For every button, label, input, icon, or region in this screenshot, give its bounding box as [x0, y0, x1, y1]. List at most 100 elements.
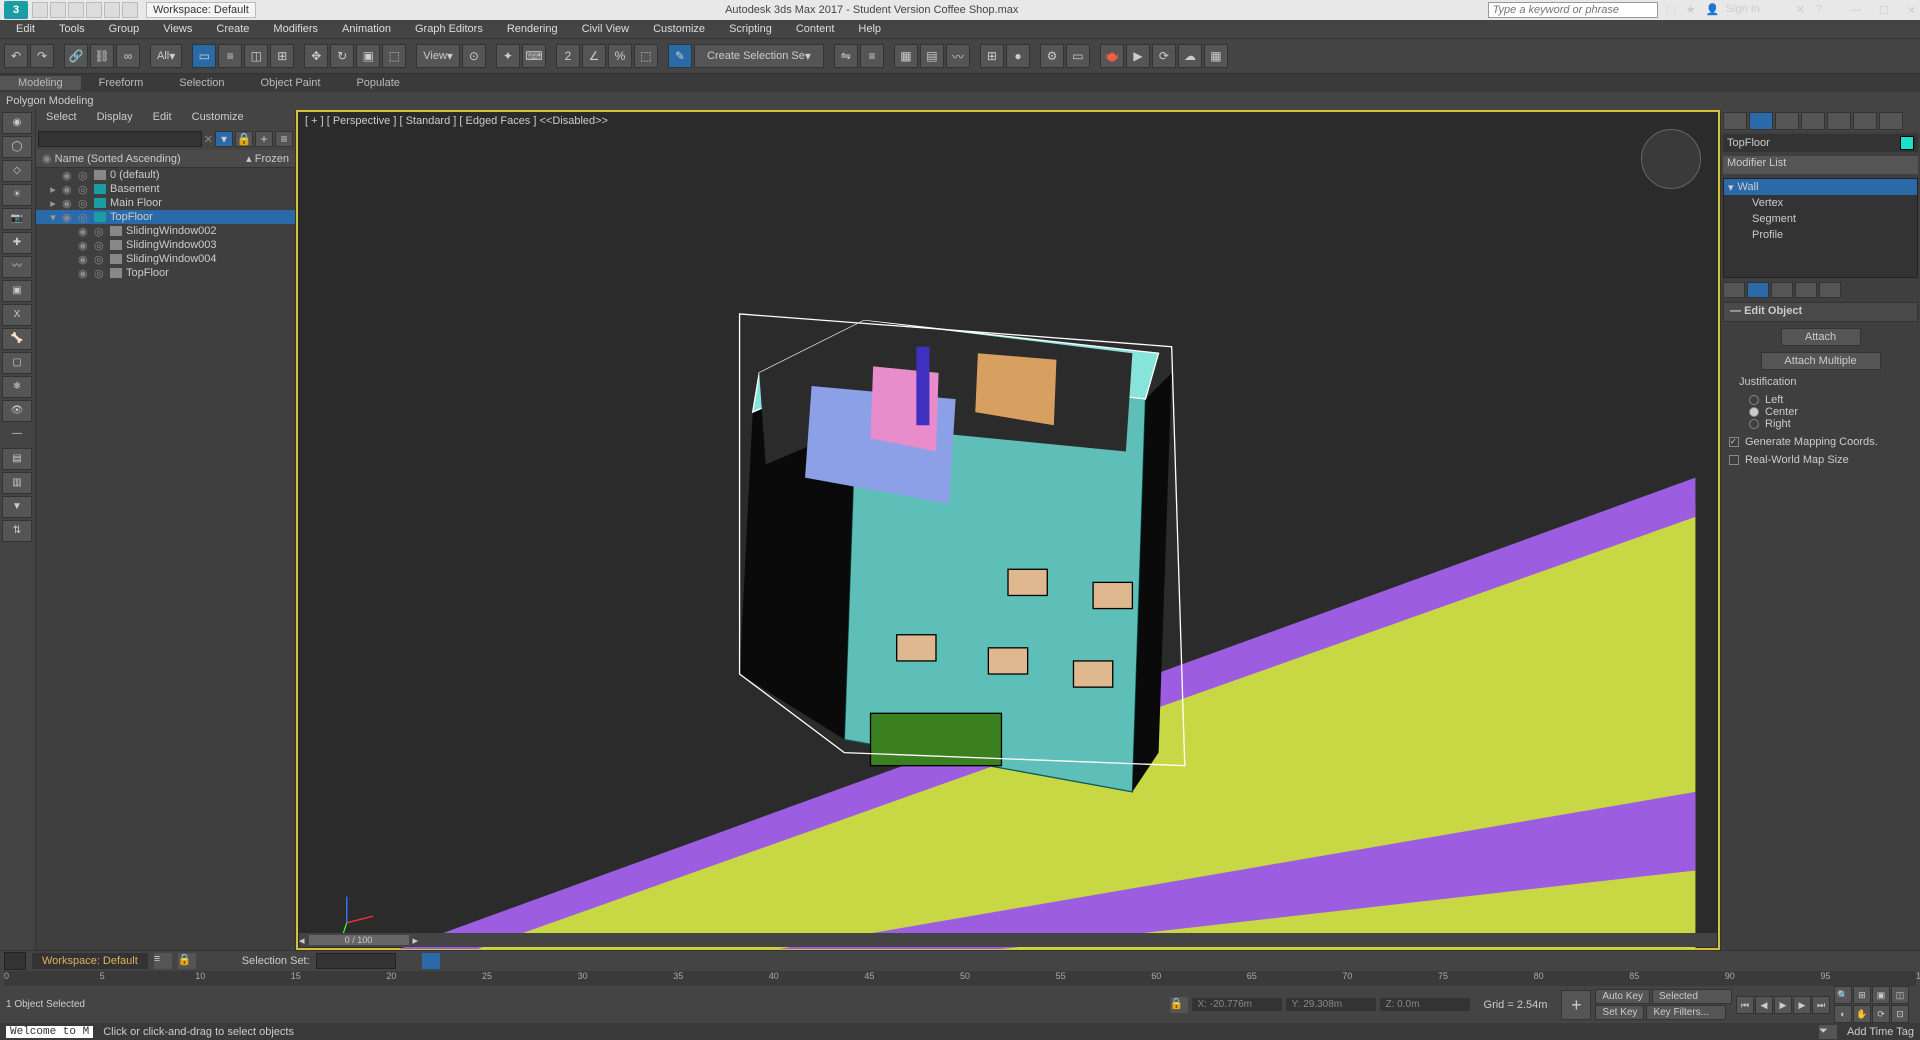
search-input[interactable] — [1488, 2, 1658, 18]
bone-filter-icon[interactable]: 🦴 — [2, 328, 32, 350]
add-icon[interactable]: + — [255, 131, 273, 147]
new-icon[interactable] — [32, 2, 48, 18]
placement-button[interactable]: ⬚ — [382, 44, 406, 68]
attach-button[interactable]: Attach — [1781, 328, 1861, 346]
isolate-icon[interactable]: ≡ — [154, 953, 172, 969]
selection-filter-dropdown[interactable]: All ▾ — [150, 44, 182, 68]
perspective-viewport[interactable]: [ + ] [ Perspective ] [ Standard ] [ Edg… — [296, 110, 1720, 950]
timeslider-next-icon[interactable]: ▸ — [413, 934, 419, 947]
display-children-icon[interactable]: ▤ — [2, 448, 32, 470]
menu-help[interactable]: Help — [848, 22, 891, 36]
pan-icon[interactable]: ✋ — [1853, 1005, 1871, 1023]
tree-row[interactable]: ▾◉◎TopFloor — [36, 210, 295, 224]
set-key-button[interactable]: Set Key — [1595, 1005, 1644, 1020]
favorites-icon[interactable]: ★ — [1686, 3, 1700, 17]
time-ruler[interactable]: 0510152025303540455055606570758085909510… — [4, 971, 1916, 986]
frozen-filter-icon[interactable]: ❄ — [2, 376, 32, 398]
menu-modifiers[interactable]: Modifiers — [263, 22, 328, 36]
menu-scripting[interactable]: Scripting — [719, 22, 782, 36]
coord-z-field[interactable]: Z: 0.0m — [1380, 998, 1470, 1011]
curve-editor-button[interactable]: 〰 — [946, 44, 970, 68]
manipulate-button[interactable]: ✦ — [496, 44, 520, 68]
signin-link[interactable]: Sign In — [1726, 3, 1760, 17]
align-button[interactable]: ≡ — [860, 44, 884, 68]
menu-views[interactable]: Views — [153, 22, 202, 36]
add-time-tag-button[interactable]: Add Time Tag — [1847, 1026, 1914, 1038]
object-color-swatch[interactable] — [1900, 136, 1914, 150]
current-frame-marker[interactable] — [422, 953, 440, 969]
play-icon[interactable]: ▶ — [1774, 996, 1792, 1014]
ref-coord-dropdown[interactable]: View ▾ — [416, 44, 460, 68]
zoom-extents-all-icon[interactable]: ◫ — [1891, 986, 1909, 1004]
menu-edit[interactable]: Edit — [6, 22, 45, 36]
helpers-filter-icon[interactable]: ✚ — [2, 232, 32, 254]
material-editor-button[interactable]: ● — [1006, 44, 1030, 68]
edit-object-rollout-header[interactable]: — Edit Object — [1723, 302, 1918, 322]
stack-row[interactable]: Vertex — [1724, 195, 1917, 211]
selection-lock-icon[interactable]: 🔒 — [178, 953, 196, 969]
hidden-filter-icon[interactable]: 👁 — [2, 400, 32, 422]
named-selection-dropdown[interactable]: Create Selection Se ▾ — [694, 44, 824, 68]
viewport-timeslider[interactable]: ◂ 0 / 100 ▸ — [299, 933, 1717, 947]
goto-end-icon[interactable]: ⏭ — [1812, 996, 1830, 1014]
lock-selection-icon[interactable]: 🔒 — [1170, 997, 1188, 1013]
view-by-layer-icon[interactable]: ▾ — [215, 131, 233, 147]
zoom-all-icon[interactable]: ⊞ — [1853, 986, 1871, 1004]
se-tab-select[interactable]: Select — [36, 110, 87, 128]
spacewarps-filter-icon[interactable]: 〰 — [2, 256, 32, 278]
select-dep-icon[interactable]: ▼ — [2, 496, 32, 518]
menu-tools[interactable]: Tools — [49, 22, 95, 36]
link-icon[interactable] — [122, 2, 138, 18]
attach-multiple-button[interactable]: Attach Multiple — [1761, 352, 1881, 370]
tab-object-paint[interactable]: Object Paint — [243, 76, 339, 90]
clear-search-icon[interactable]: ✕ — [204, 133, 213, 146]
mirror-button[interactable]: ⇋ — [834, 44, 858, 68]
header-name-col[interactable]: ◉ Name (Sorted Ascending) — [42, 152, 181, 165]
utilities-tab-icon[interactable] — [1853, 112, 1877, 130]
lock-icon[interactable]: 🔒 — [235, 131, 253, 147]
layer-icon[interactable]: ≡ — [275, 131, 293, 147]
close-button[interactable]: ✕ — [1907, 4, 1916, 17]
undo-button[interactable]: ↶ — [4, 44, 28, 68]
containers-filter-icon[interactable]: ▢ — [2, 352, 32, 374]
select-name-button[interactable]: ≡ — [218, 44, 242, 68]
snap-2d-button[interactable]: 2 — [556, 44, 580, 68]
stack-row[interactable]: ▾Wall — [1724, 179, 1917, 195]
tree-row[interactable]: ▸◉◎Main Floor — [36, 196, 295, 210]
workspace-indicator[interactable]: Workspace: Default — [32, 953, 148, 969]
tree-row[interactable]: ◉◎SlidingWindow004 — [36, 252, 295, 266]
justification-radio-center[interactable]: Center — [1729, 406, 1912, 418]
stack-row[interactable]: Profile — [1724, 227, 1917, 243]
prev-frame-icon[interactable]: ◀ — [1755, 996, 1773, 1014]
show-end-result-icon[interactable] — [1747, 282, 1769, 298]
header-frozen-col[interactable]: ▴ Frozen — [246, 152, 289, 165]
maxscript-listener[interactable]: Welcome to M — [6, 1026, 93, 1038]
keyboard-shortcut-button[interactable]: ⌨ — [522, 44, 546, 68]
make-unique-icon[interactable] — [1771, 282, 1793, 298]
subscription-icon[interactable]: ⬚ — [1666, 3, 1680, 17]
redo-button[interactable]: ↷ — [30, 44, 54, 68]
geometry-filter-icon[interactable]: ◯ — [2, 136, 32, 158]
angle-snap-button[interactable]: ∠ — [582, 44, 606, 68]
max-toggle-icon[interactable]: ⊡ — [1891, 1005, 1909, 1023]
toggle-ribbon-button[interactable]: ▤ — [920, 44, 944, 68]
tab-freeform[interactable]: Freeform — [81, 76, 162, 90]
percent-snap-button[interactable]: % — [608, 44, 632, 68]
se-tab-display[interactable]: Display — [87, 110, 143, 128]
minimize-button[interactable]: — — [1850, 4, 1861, 17]
key-selected-dropdown[interactable]: Selected — [1652, 989, 1732, 1004]
scene-search-input[interactable] — [38, 131, 202, 147]
wrench-tab-icon[interactable] — [1879, 112, 1903, 130]
groups-filter-icon[interactable]: ▣ — [2, 280, 32, 302]
cameras-filter-icon[interactable]: 📷 — [2, 208, 32, 230]
scale-button[interactable]: ▣ — [356, 44, 380, 68]
unlink-button[interactable]: ⛓ — [90, 44, 114, 68]
modifier-list-dropdown[interactable]: Modifier List — [1723, 156, 1918, 174]
render-setup-button[interactable]: ⚙ — [1040, 44, 1064, 68]
edit-selection-set-button[interactable]: ✎ — [668, 44, 692, 68]
sync-selection-icon[interactable]: ⇅ — [2, 520, 32, 542]
undo-icon[interactable] — [86, 2, 102, 18]
scene-explorer-header[interactable]: ◉ Name (Sorted Ascending) ▴ Frozen — [36, 150, 295, 168]
app-logo[interactable]: 3 — [4, 1, 28, 19]
remove-modifier-icon[interactable] — [1795, 282, 1817, 298]
